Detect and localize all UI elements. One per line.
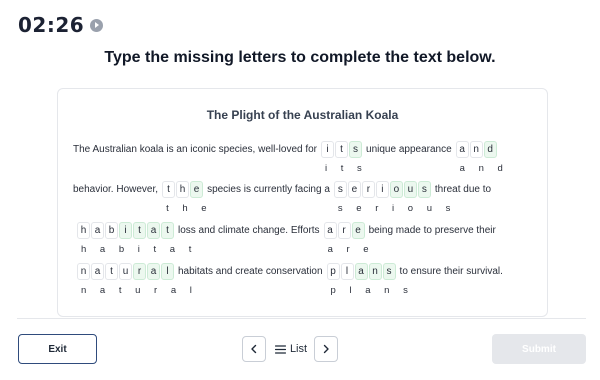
passage-line: n a t u r a l habitats and create conservation p… [73,263,503,280]
passage-text: The Australian koala is an iconic specie… [73,144,318,155]
letter-given: t [105,263,118,280]
letter-given: s [333,181,347,198]
letter-given: r [361,181,375,198]
list-label: List [289,343,308,355]
word-input-serious: serious [333,181,432,198]
word-input-the: the [162,181,204,198]
passage-line: The Australian koala is an iconic specie… [73,141,501,158]
instruction-heading: Type the missing letters to complete the… [104,49,496,66]
letter-input[interactable]: r [133,263,146,280]
letter-given: a [91,263,104,280]
next-button[interactable] [314,336,338,362]
letter-given: a [455,141,469,158]
passage-text: loss and climate change. Efforts [178,225,320,236]
letter-given: a [323,222,337,239]
letter-input[interactable]: s [417,181,431,198]
passage-text: behavior. However, [73,184,159,195]
letter-given: e [347,181,361,198]
passage-text: species is currently facing a [207,184,330,195]
passage-line: h a b i t a t loss and climate change. Efforts a… [73,222,496,239]
letter-given: l [340,263,354,280]
word-input-habitat: habitat [77,222,175,239]
letter-given: u [119,263,132,280]
answer-text-natural: n a t u r a l [81,285,198,296]
chevron-left-icon [251,344,257,354]
timer-value: 02:26 [18,13,85,37]
letter-input[interactable]: s [382,263,396,280]
passage-text: threat due to [434,184,492,195]
letter-given: t [162,181,176,198]
letter-given: i [375,181,389,198]
word-input-natural: natural [77,263,175,280]
letter-input[interactable]: a [354,263,368,280]
letter-given: a [91,222,104,239]
letter-given: n [77,263,90,280]
passage-text: habitats and create conservation [178,266,323,277]
answer-text-its: i t s [325,163,368,174]
letter-input[interactable]: e [351,222,365,239]
previous-button[interactable] [242,336,266,362]
passage-card: The Plight of the Australian Koala The A… [57,88,548,317]
letter-input[interactable]: u [403,181,417,198]
passage-text: being made to preserve their [368,225,496,236]
footer-divider [17,318,586,319]
letter-input[interactable]: i [119,222,132,239]
passage-line: behavior. However, t h e species is currentl… [73,181,491,198]
letter-given: t [335,141,349,158]
letter-input[interactable]: d [483,141,497,158]
letter-given: h [77,222,90,239]
letter-input[interactable]: a [147,222,160,239]
letter-given: b [105,222,118,239]
answer-text-plans: p l a n s [330,285,414,296]
word-input-plans: plans [326,263,397,280]
list-icon [274,344,286,354]
word-input-and: and [455,141,498,158]
timer: 02:26 [18,13,104,37]
answer-text-are: a r e [327,244,375,255]
submit-button[interactable]: Submit [492,334,586,364]
passage-text: to ensure their survival. [399,266,503,277]
letter-input[interactable]: s [349,141,363,158]
letter-given: h [176,181,190,198]
chevron-right-icon [323,344,329,354]
letter-input[interactable]: n [368,263,382,280]
letter-given: i [321,141,335,158]
answer-text-serious: s e r i o u s [337,203,456,214]
word-input-its: its [321,141,363,158]
letter-input[interactable]: e [190,181,204,198]
exit-button[interactable]: Exit [18,334,97,364]
letter-input[interactable]: t [161,222,174,239]
passage-text: unique appearance [366,144,452,155]
answer-text-and: a n d [459,163,509,174]
letter-input[interactable]: l [161,263,174,280]
letter-input[interactable]: a [147,263,160,280]
answer-text-habitat: h a b i t a t [81,244,197,255]
list-button[interactable]: List [271,336,311,362]
letter-given: p [326,263,340,280]
letter-input[interactable]: o [389,181,403,198]
play-icon[interactable] [90,18,104,32]
letter-given: r [337,222,351,239]
word-input-are: are [323,222,366,239]
answer-text-the: t h e [166,203,213,214]
passage-title: The Plight of the Australian Koala [206,108,399,122]
letter-input[interactable]: t [133,222,146,239]
letter-given: n [469,141,483,158]
